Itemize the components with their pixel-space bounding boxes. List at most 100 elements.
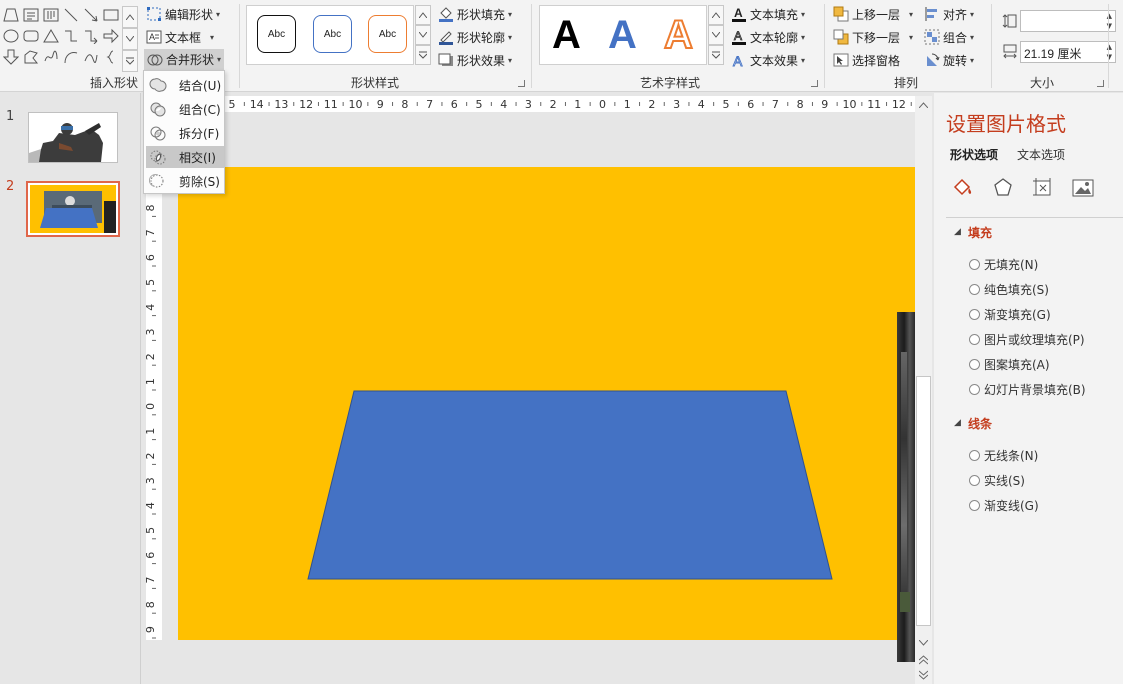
shape-styles-scroll-up[interactable]: [415, 5, 431, 25]
radio-solid-fill[interactable]: 纯色填充(S): [969, 281, 1049, 298]
text-effects-button[interactable]: A 文本效果 ▾: [731, 50, 805, 70]
menu-item-subtract[interactable]: 剪除(S): [146, 170, 224, 192]
send-backward-button[interactable]: 下移一层 ▾: [833, 27, 913, 47]
trapezoid-shape[interactable]: [306, 390, 834, 581]
ruler-label: 9: [377, 98, 384, 111]
rounded-rect-shape-icon[interactable]: [22, 27, 40, 45]
vertical-textbox-shape-icon[interactable]: [42, 6, 60, 24]
slide-canvas[interactable]: [178, 167, 915, 662]
radio-gradient-line[interactable]: 渐变线(G): [969, 497, 1039, 514]
shape-style-black[interactable]: Abc: [257, 15, 296, 53]
photo-edge-strip[interactable]: [897, 312, 915, 662]
scroll-down-arrow-icon[interactable]: [915, 636, 932, 650]
elbow-arrow-shape-icon[interactable]: [82, 27, 100, 45]
shape-outline-label: 形状轮廓: [457, 30, 506, 45]
edit-shape-button[interactable]: 编辑形状 ▾: [146, 4, 220, 24]
shape-outline-button[interactable]: 形状轮廓 ▾: [438, 27, 512, 47]
vertical-scrollbar[interactable]: [915, 96, 932, 684]
fill-section-title[interactable]: 填充: [968, 224, 992, 241]
radio-label: 纯色填充(S): [984, 283, 1049, 297]
horizontal-ruler: 5 14 13 12 11 10 9 8 7 6 5 4 3 2 1 0 1 2 3 4 5 6 7 8 9 10 11 12: [225, 96, 915, 112]
fill-line-icon[interactable]: [951, 176, 975, 200]
freeform-shape-icon[interactable]: [22, 48, 40, 66]
radio-no-fill[interactable]: 无填充(N): [969, 256, 1038, 273]
selection-pane-label: 选择窗格: [852, 53, 901, 68]
wordart-scroll-down[interactable]: [708, 25, 724, 45]
right-arrow-shape-icon[interactable]: [102, 27, 120, 45]
brace-shape-icon[interactable]: [102, 48, 120, 66]
text-outline-button[interactable]: A 文本轮廓 ▾: [731, 27, 805, 47]
shape-styles-more[interactable]: [415, 45, 431, 65]
merge-shapes-button[interactable]: 合并形状 ▾: [144, 49, 225, 70]
down-arrow-shape-icon[interactable]: [2, 48, 20, 66]
radio-no-line[interactable]: 无线条(N): [969, 447, 1038, 464]
chevron-down-icon: ▾: [801, 55, 806, 65]
textbox-shape-icon[interactable]: [22, 6, 40, 24]
menu-item-union[interactable]: 结合(U): [146, 74, 224, 96]
align-button[interactable]: 对齐 ▾: [924, 4, 974, 24]
slide-thumbnail-2[interactable]: [26, 181, 120, 237]
rotate-button[interactable]: 旋转 ▾: [924, 50, 974, 70]
selection-pane-button[interactable]: 选择窗格: [833, 50, 900, 70]
shape-effects-button[interactable]: 形状效果 ▾: [438, 50, 512, 70]
wordart-scroll-up[interactable]: [708, 5, 724, 25]
scroll-up-arrow-icon[interactable]: [915, 96, 932, 113]
height-input[interactable]: ▲ ▼: [1020, 10, 1116, 32]
wordart-style-blue[interactable]: A: [608, 11, 637, 59]
elbow-connector-shape-icon[interactable]: [62, 27, 80, 45]
triangle-shape-icon[interactable]: [42, 27, 60, 45]
wordart-styles-launcher-icon[interactable]: [811, 80, 818, 87]
effects-icon[interactable]: [991, 176, 1015, 200]
menu-item-intersect[interactable]: 相交(I): [146, 146, 224, 168]
picture-icon[interactable]: [1071, 176, 1095, 200]
oval-shape-icon[interactable]: [2, 27, 20, 45]
shape-styles-scroll-down[interactable]: [415, 25, 431, 45]
radio-solid-line[interactable]: 实线(S): [969, 472, 1025, 489]
arc-shape-icon[interactable]: [62, 48, 80, 66]
merge-shapes-label: 合并形状: [166, 53, 215, 67]
height-icon: [1002, 13, 1018, 32]
scribble-shape-icon[interactable]: [42, 48, 60, 66]
radio-pattern-fill[interactable]: 图案填充(A): [969, 356, 1050, 373]
size-launcher-icon[interactable]: [1097, 80, 1104, 87]
arrow-line-shape-icon[interactable]: [82, 6, 100, 24]
width-input[interactable]: 21.19 厘米 ▲ ▼: [1020, 41, 1116, 63]
shape-style-blue[interactable]: Abc: [313, 15, 352, 53]
collapse-line-icon[interactable]: ◢: [954, 418, 961, 428]
thumbnail-slide-background: [30, 185, 116, 233]
ruler-label: 10: [349, 98, 363, 111]
menu-item-fragment[interactable]: 拆分(F): [146, 122, 224, 144]
gallery-scroll-down[interactable]: [122, 28, 138, 50]
shape-style-orange[interactable]: Abc: [368, 15, 407, 53]
shape-styles-launcher-icon[interactable]: [518, 80, 525, 87]
menu-item-combine[interactable]: 组合(C): [146, 98, 224, 120]
rectangle-shape-icon[interactable]: [102, 6, 120, 24]
radio-picture-fill[interactable]: 图片或纹理填充(P): [969, 331, 1085, 348]
curve-shape-icon[interactable]: [82, 48, 100, 66]
wordart-style-orange-outline[interactable]: A: [663, 11, 694, 59]
wordart-style-black[interactable]: A: [552, 11, 581, 59]
tab-text-options[interactable]: 文本选项: [1017, 146, 1065, 163]
trapezoid-shape-icon[interactable]: [2, 6, 20, 24]
scroll-thumb[interactable]: [916, 376, 931, 626]
wordart-more[interactable]: [708, 45, 724, 65]
next-slide-icon[interactable]: [915, 668, 932, 682]
text-box-button[interactable]: A 文本框 ▾: [146, 27, 214, 47]
line-section-title[interactable]: 线条: [968, 415, 992, 432]
ruler-label: 2: [550, 98, 557, 111]
radio-slide-background-fill[interactable]: 幻灯片背景填充(B): [969, 381, 1086, 398]
slide-thumbnail-1[interactable]: [28, 112, 118, 163]
group-button[interactable]: 组合 ▾: [924, 27, 974, 47]
tab-shape-options[interactable]: 形状选项: [950, 146, 998, 163]
previous-slide-icon[interactable]: [915, 653, 932, 667]
shape-fill-button[interactable]: 形状填充 ▾: [438, 4, 512, 24]
size-properties-icon[interactable]: [1031, 176, 1055, 200]
ruler-label: 13: [274, 98, 288, 111]
text-fill-button[interactable]: A 文本填充 ▾: [731, 4, 805, 24]
gallery-scroll-up[interactable]: [122, 6, 138, 28]
gallery-more[interactable]: [122, 50, 138, 72]
collapse-fill-icon[interactable]: ◢: [954, 227, 961, 237]
bring-forward-button[interactable]: 上移一层 ▾: [833, 4, 913, 24]
line-shape-icon[interactable]: [62, 6, 80, 24]
radio-gradient-fill[interactable]: 渐变填充(G): [969, 306, 1051, 323]
